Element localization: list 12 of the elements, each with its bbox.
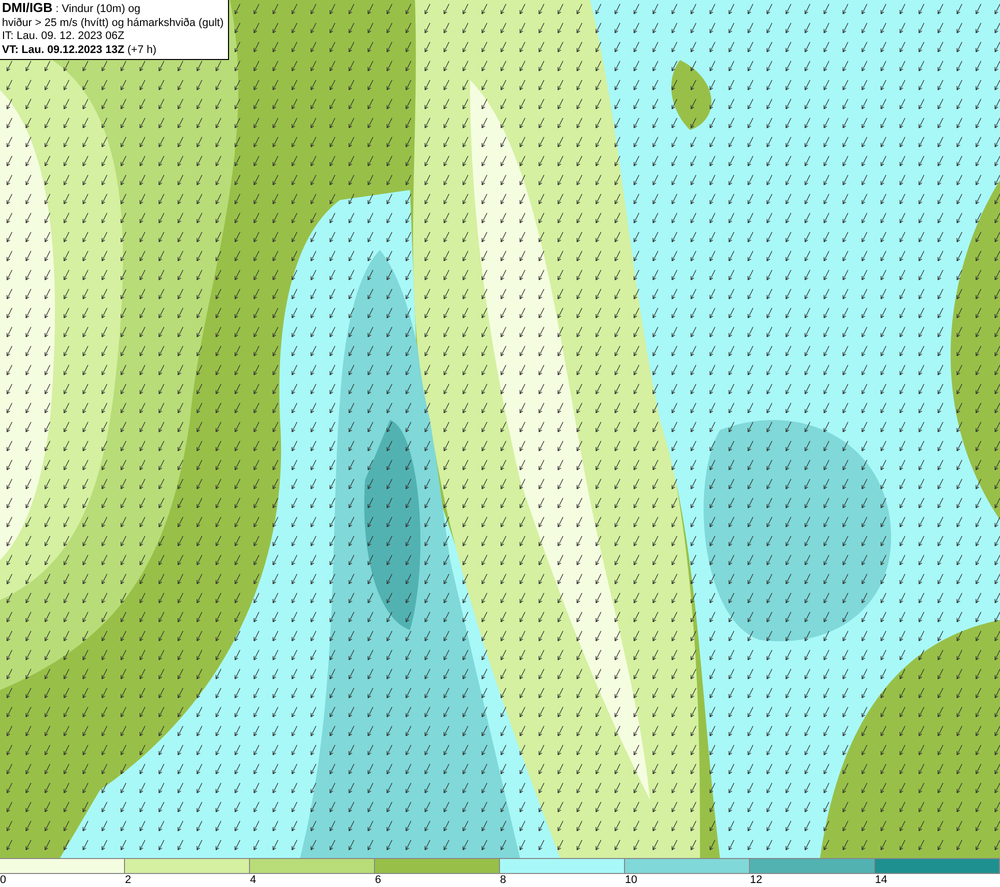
legend-label: 10 [625, 874, 638, 887]
caption-line: hviður > 25 m/s (hvítt) og hámarkshviða (gult) [2, 16, 224, 30]
legend-label: 14 [875, 874, 888, 887]
legend-label: 8 [500, 874, 506, 887]
legend-label: 2 [125, 874, 132, 887]
caption-line: VT: Lau. 09.12.2023 13Z (+7 h) [2, 44, 158, 57]
legend-label: 6 [375, 874, 382, 887]
legend-label: 12 [750, 874, 762, 887]
legend-label: 0 [0, 874, 6, 887]
caption-line: DMI/IGB : Vindur (10m) og [2, 1, 142, 16]
caption-line: IT: Lau. 09. 12. 2023 06Z [2, 30, 126, 44]
legend-label: 4 [250, 874, 256, 887]
